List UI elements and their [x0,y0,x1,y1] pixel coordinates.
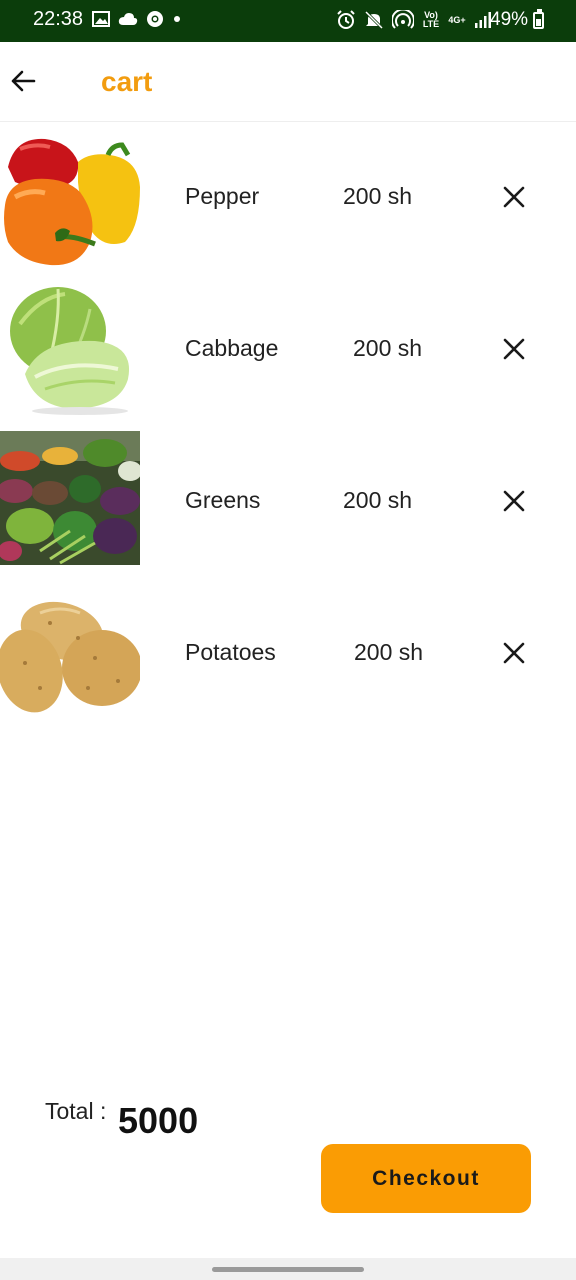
remove-item-button[interactable] [500,639,528,667]
item-price: 200 sh [343,183,413,209]
arrow-left-icon [11,70,36,92]
item-image-potatoes [0,583,140,723]
page-title: cart [101,66,153,97]
home-gesture-handle[interactable] [212,1267,364,1272]
status-bar: 22:38 Vo) LTE 4G+ 49% [0,0,576,42]
item-price: 200 sh [343,487,413,513]
dot-icon [174,16,180,22]
back-button[interactable] [8,66,38,96]
system-nav-bar [0,1258,576,1280]
cart-item: Greens 200 sh [0,429,576,575]
total-value: 5000 [118,1100,199,1141]
close-icon [503,490,525,512]
chrome-icon [147,11,163,27]
remove-item-button[interactable] [500,335,528,363]
remove-item-button[interactable] [500,183,528,211]
cart-item: Cabbage 200 sh [0,277,576,423]
4g-icon: 4G+ [448,14,466,25]
item-image-cabbage [0,279,140,419]
cart-item: Pepper 200 sh [0,125,576,271]
close-icon [503,642,525,664]
item-name: Pepper [185,183,260,209]
total-label: Total : [45,1098,107,1124]
item-image-vegetable-market [0,431,140,571]
status-right-icons: Vo) LTE 4G+ [336,10,492,30]
item-name: Cabbage [185,335,279,361]
battery-percent: 49% [490,9,529,30]
status-time: 22:38 [33,8,84,30]
close-icon [503,338,525,360]
mute-icon [364,10,384,30]
app-bar: cart [0,42,576,122]
hotspot-icon [392,10,414,29]
item-image-peppers [0,127,140,267]
alarm-icon [337,10,355,29]
close-icon [503,186,525,208]
status-left-icons [92,10,182,28]
item-name: Potatoes [185,639,276,665]
checkout-button[interactable]: Checkout [321,1144,531,1213]
remove-item-button[interactable] [500,487,528,515]
cloud-icon [118,13,138,25]
gallery-icon [92,11,110,27]
cart-item: Potatoes 200 sh [0,581,576,727]
item-price: 200 sh [354,639,424,665]
item-name: Greens [185,487,261,513]
item-price: 200 sh [353,335,423,361]
battery-icon [533,9,544,29]
volte-icon: Vo) LTE [422,10,440,29]
